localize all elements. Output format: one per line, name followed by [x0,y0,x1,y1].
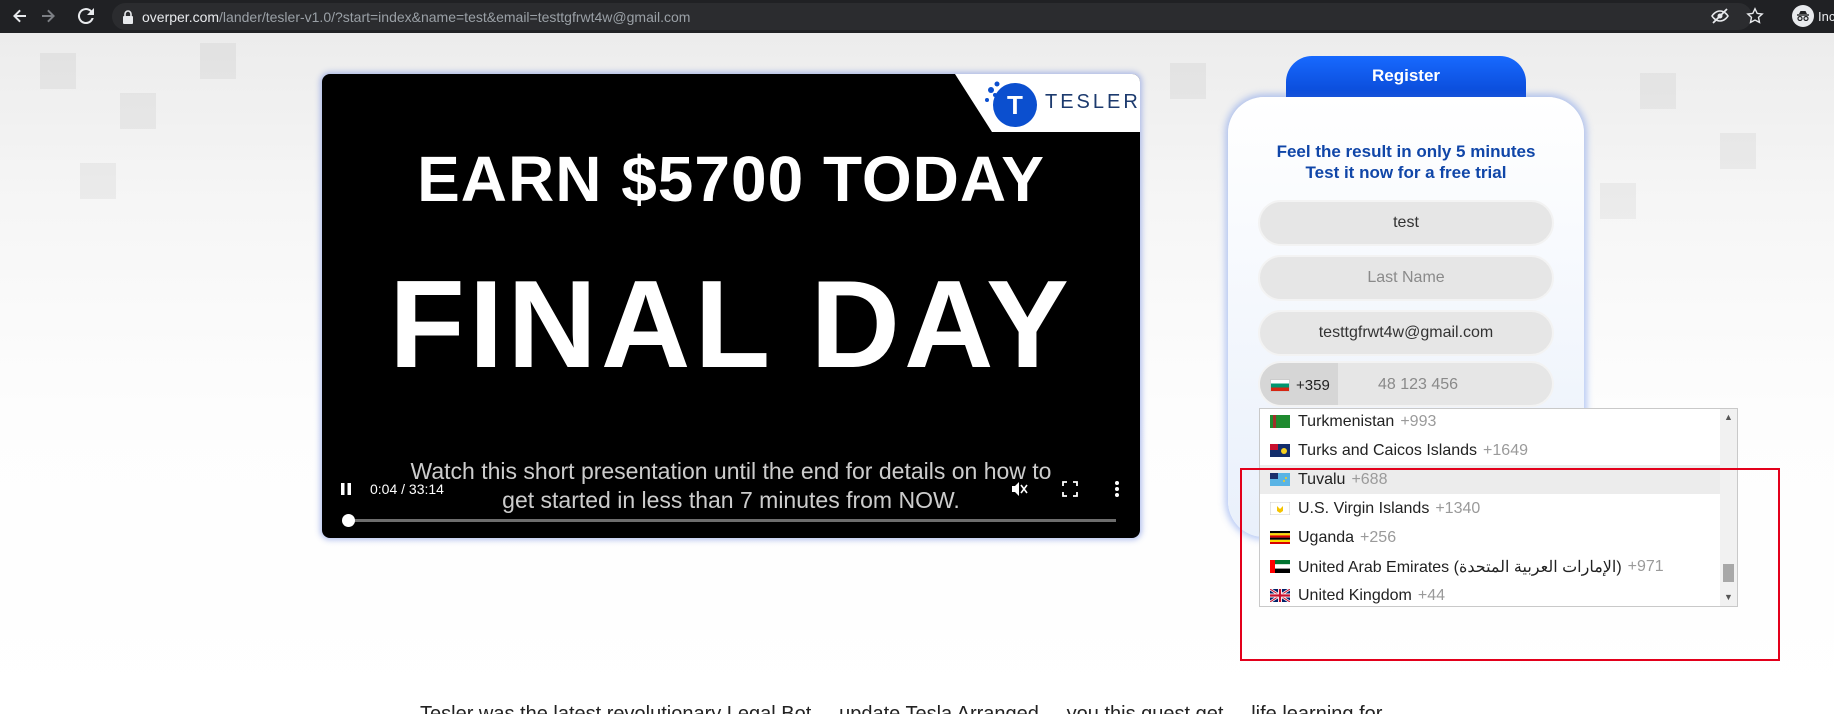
country-code-selector[interactable]: +359 [1260,363,1338,405]
brand-letter: T [1007,90,1023,120]
background-tile [1640,73,1676,109]
country-name: Turks and Caicos Islands [1298,441,1478,459]
lock-icon[interactable] [122,9,134,24]
video-headline: EARN $5700 TODAY [417,143,1045,215]
tesler-logo-mark-icon: T [985,81,1037,127]
first-name-field[interactable]: test [1258,200,1554,246]
form-tagline: Feel the result in only 5 minutes Test i… [1228,141,1584,183]
bulgaria-flag-icon [1270,378,1290,392]
background-tile [120,93,156,129]
pause-icon[interactable] [340,482,352,501]
background-tile [200,43,236,79]
reload-icon[interactable] [72,2,100,30]
country-dial: +1649 [1483,441,1528,459]
last-name-field[interactable]: Last Name [1258,255,1554,301]
scroll-up-icon[interactable]: ▲ [1724,412,1733,422]
background-tile [1600,183,1636,219]
background-tile [80,163,116,199]
country-dial: +993 [1400,412,1437,430]
tagline-line-2: Test it now for a free trial [1305,163,1507,182]
country-name: Turkmenistan [1298,412,1395,430]
browser-toolbar: overper.com/lander/tesler-v1.0/?start=in… [0,0,1834,33]
back-arrow-icon[interactable] [6,2,34,30]
register-tab-label: Register [1371,66,1441,85]
video-headline-final-day: FINAL DAY [389,256,1073,394]
page-body-text: Tesler was the latest revolutionary Lega… [420,703,1383,714]
turkmenistan-flag-icon [1270,415,1290,428]
video-progress-track[interactable] [341,514,1116,527]
more-options-icon[interactable] [1114,480,1120,503]
incognito-icon[interactable] [1792,5,1814,27]
annotation-highlight-box [1240,468,1780,661]
video-player[interactable]: T TESLER EARN $5700 TODAY FINAL DAY Watc… [322,74,1140,538]
profile-label[interactable]: Inc [1818,9,1834,24]
video-progress-handle[interactable] [341,514,355,527]
phone-placeholder: 48 123 456 [1378,376,1459,393]
brand-name: TESLER [1045,91,1140,113]
video-time: 0:04 / 33:14 [370,481,444,497]
url-path: /lander/tesler-v1.0/?start=index&name=te… [219,8,691,25]
mute-icon[interactable] [1010,481,1028,502]
address-bar[interactable]: overper.com/lander/tesler-v1.0/?start=in… [112,3,1752,30]
forward-arrow-icon[interactable] [34,2,62,30]
fullscreen-icon[interactable] [1062,481,1078,502]
turks-caicos-flag-icon [1270,444,1290,457]
tesler-logo: T TESLER [955,74,1140,132]
tagline-line-1: Feel the result in only 5 minutes [1276,142,1536,161]
country-option[interactable]: Turkmenistan +993 [1260,409,1721,436]
star-icon[interactable] [1746,7,1764,30]
email-field[interactable]: testtgfrwt4w@gmail.com [1258,310,1554,356]
video-controls: 0:04 / 33:14 [322,469,1140,538]
phone-code: +359 [1296,376,1330,394]
landing-page: T TESLER EARN $5700 TODAY FINAL DAY Watc… [0,33,1834,714]
background-tile [1720,133,1756,169]
eye-off-icon[interactable] [1710,8,1730,29]
phone-field[interactable]: +359 48 123 456 [1258,361,1554,407]
background-tile [40,53,76,89]
background-tile [1170,63,1206,99]
url-host: overper.com [142,8,220,25]
country-option[interactable]: Turks and Caicos Islands +1649 [1260,436,1721,465]
